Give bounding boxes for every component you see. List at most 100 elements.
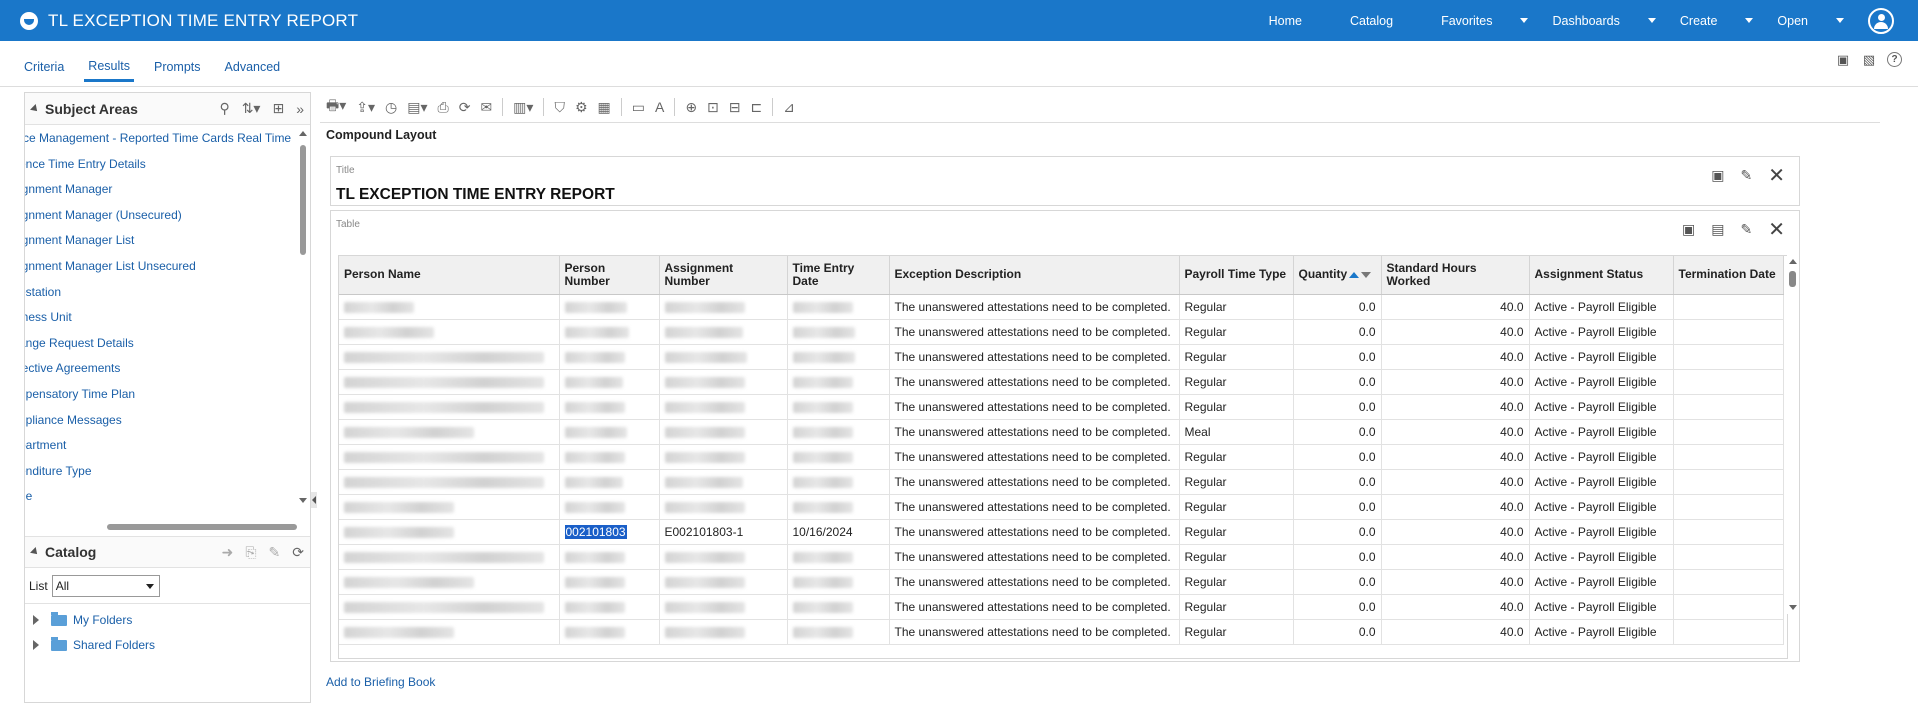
table-row[interactable]: The unanswered attestations need to be c… [339, 319, 1784, 345]
tab-criteria[interactable]: Criteria [20, 54, 68, 80]
table-row[interactable]: 002101803 E002101803-1 10/16/2024 The unans… [339, 519, 1784, 545]
scroll-thumb[interactable] [1789, 271, 1796, 287]
table-row[interactable]: The unanswered attestations need to be c… [339, 444, 1784, 470]
subject-area-item[interactable]: ence Time Entry Details [25, 152, 300, 178]
scroll-down-icon[interactable] [299, 498, 307, 503]
table-row[interactable]: The unanswered attestations need to be c… [339, 469, 1784, 495]
save-icon[interactable]: ▣ [1835, 52, 1851, 68]
add-subject-area-icon[interactable]: ⊞ [272, 100, 284, 117]
user-avatar-icon[interactable] [1868, 7, 1894, 34]
close-icon[interactable]: ✕ [1768, 163, 1785, 188]
col-time-entry-date[interactable]: Time Entry Date [787, 256, 890, 295]
sort-icon[interactable]: ⇅▾ [242, 100, 261, 117]
col-assignment-status[interactable]: Assignment Status [1529, 256, 1674, 295]
subject-area-item[interactable]: lective Agreements [25, 356, 300, 382]
selection-steps-icon[interactable]: ⚙ [575, 99, 588, 116]
nav-open[interactable]: Open [1777, 14, 1844, 28]
chart-settings-icon[interactable]: ⊿ [783, 99, 795, 116]
col-exception-description[interactable]: Exception Description [889, 256, 1180, 295]
edit-icon[interactable]: ✎ [269, 544, 281, 561]
sort-descending-icon[interactable] [1361, 272, 1372, 279]
col-person-name[interactable]: Person Name [339, 256, 560, 295]
scroll-up-icon[interactable] [1789, 259, 1797, 264]
col-person-number[interactable]: Person Number [559, 256, 660, 295]
col-assignment-number[interactable]: Assignment Number [659, 256, 788, 295]
table-row[interactable]: The unanswered attestations need to be c… [339, 544, 1784, 570]
col-payroll-time-type[interactable]: Payroll Time Type [1179, 256, 1294, 295]
help-icon[interactable]: ? [1887, 52, 1902, 67]
calc-items-icon[interactable]: ▦ [598, 99, 611, 116]
layout-icon[interactable]: ⊏ [751, 99, 763, 116]
table-row[interactable]: The unanswered attestations need to be c… [339, 569, 1784, 595]
scroll-up-icon[interactable] [299, 131, 307, 136]
subject-area-item[interactable]: ignment Manager [25, 177, 300, 203]
subject-area-item[interactable]: de [25, 484, 300, 509]
sort-ascending-icon[interactable] [1349, 272, 1360, 279]
copy-icon[interactable]: ⎘ [245, 544, 256, 561]
expand-triangle-icon[interactable] [33, 640, 39, 650]
table-vscroll[interactable] [1787, 255, 1799, 614]
remove-icon[interactable]: ⊟ [729, 99, 741, 116]
catalog-list-select[interactable]: All [51, 575, 160, 597]
subject-area-item[interactable]: iness Unit [25, 305, 300, 331]
subject-area-item[interactable]: partment [25, 433, 300, 459]
table-row[interactable]: The unanswered attestations need to be c… [339, 369, 1784, 395]
scroll-thumb[interactable] [300, 145, 306, 255]
schedule-icon[interactable]: ◷ [385, 99, 397, 116]
tab-results[interactable]: Results [84, 53, 134, 82]
export-icon[interactable]: ⇪▾ [356, 99, 375, 116]
subject-areas-vscroll[interactable] [299, 131, 307, 503]
table-row[interactable]: The unanswered attestations need to be c… [339, 494, 1784, 520]
subject-area-item[interactable]: estation [25, 280, 300, 306]
table-row[interactable]: The unanswered attestations need to be c… [339, 419, 1784, 445]
save-as-icon[interactable]: ▧ [1861, 52, 1877, 68]
table-row[interactable]: The unanswered attestations need to be c… [339, 344, 1784, 370]
subject-areas-hscroll[interactable] [105, 523, 305, 531]
table-row[interactable]: The unanswered attestations need to be c… [339, 394, 1784, 420]
search-icon[interactable]: ⚲ [219, 100, 229, 117]
subject-area-item[interactable]: enditure Type [25, 459, 300, 485]
add-view-icon[interactable]: ⊕ [685, 99, 697, 116]
refresh-icon[interactable]: ⟳ [459, 99, 471, 116]
email-icon[interactable]: ✉ [480, 99, 492, 116]
close-icon[interactable]: ✕ [1768, 217, 1785, 242]
table-row[interactable]: The unanswered attestations need to be c… [339, 619, 1784, 645]
subject-area-item[interactable]: npliance Messages [25, 408, 300, 434]
folder-shared-folders[interactable]: Shared Folders [33, 635, 155, 655]
edit-view-icon[interactable]: ✎ [1741, 221, 1753, 238]
nav-catalog[interactable]: Catalog [1350, 14, 1417, 28]
collapse-triangle-icon[interactable] [30, 103, 40, 114]
column-format-icon[interactable]: ▭ [632, 99, 645, 116]
insert-icon[interactable]: ⊡ [707, 99, 719, 116]
filter-icon[interactable]: ⛉ [554, 99, 565, 116]
col-standard-hours-worked[interactable]: Standard Hours Worked [1381, 256, 1530, 295]
tab-prompts[interactable]: Prompts [150, 54, 205, 80]
pane-splitter[interactable] [311, 492, 317, 508]
nav-favorites[interactable]: Favorites [1441, 14, 1529, 28]
subject-area-item[interactable]: ignment Manager List [25, 228, 300, 254]
subject-area-item[interactable]: npensatory Time Plan [25, 382, 300, 408]
new-view-icon[interactable]: ▥▾ [513, 99, 533, 116]
col-quantity[interactable]: Quantity [1293, 256, 1382, 295]
table-row[interactable]: The unanswered attestations need to be c… [339, 294, 1784, 320]
tab-advanced[interactable]: Advanced [221, 54, 285, 80]
format-view-icon[interactable]: ▣ [1711, 167, 1724, 184]
collapse-triangle-icon[interactable] [30, 547, 40, 557]
scroll-down-icon[interactable] [1789, 605, 1797, 610]
folder-my-folders[interactable]: My Folders [33, 610, 132, 630]
number-format-icon[interactable]: ▤ [1711, 221, 1724, 238]
format-view-icon[interactable]: ▣ [1682, 221, 1695, 238]
expand-triangle-icon[interactable] [33, 615, 39, 625]
nav-home[interactable]: Home [1269, 14, 1326, 28]
arrow-right-icon[interactable]: ➜ [222, 544, 234, 561]
subject-area-item[interactable]: rce Management - Reported Time Cards Rea… [25, 126, 300, 152]
print-icon[interactable]: 🖶▾ [326, 95, 346, 119]
print-preview-icon[interactable]: ⎙ [438, 99, 449, 116]
table-row[interactable]: The unanswered attestations need to be c… [339, 594, 1784, 620]
format-icon[interactable]: ▤▾ [407, 99, 427, 116]
col-termination-date[interactable]: Termination Date [1673, 256, 1784, 295]
nav-dashboards[interactable]: Dashboards [1552, 14, 1656, 28]
scroll-thumb[interactable] [107, 524, 297, 530]
edit-view-icon[interactable]: ✎ [1741, 167, 1753, 184]
subject-area-item[interactable]: ange Request Details [25, 331, 300, 357]
